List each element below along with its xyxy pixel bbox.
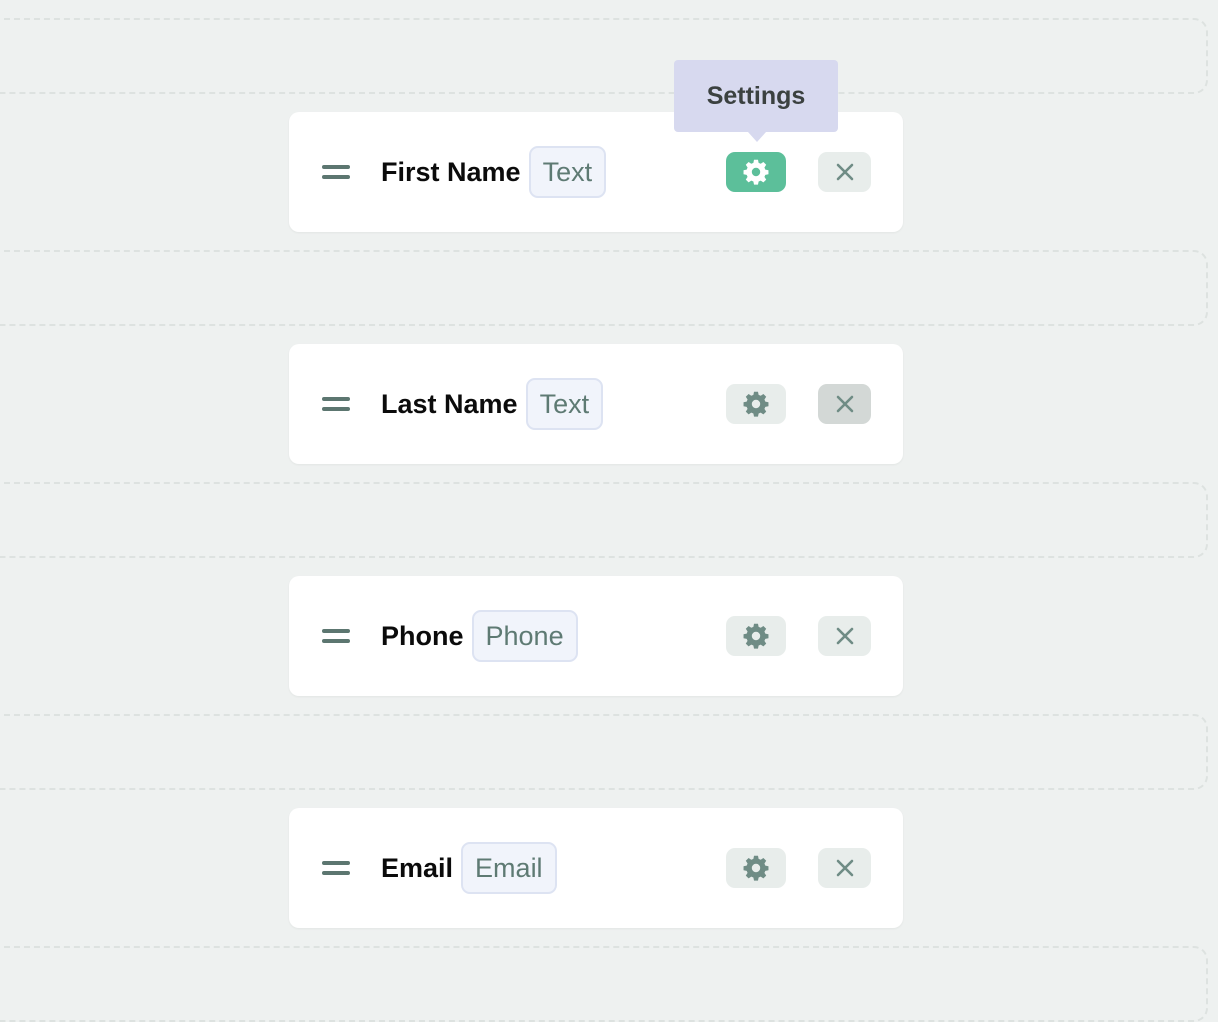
settings-button[interactable]	[726, 384, 786, 424]
field-label-group: Email Email	[381, 840, 557, 896]
remove-button[interactable]	[818, 384, 871, 424]
field-type-badge: Text	[525, 378, 604, 430]
settings-tooltip: Settings	[674, 60, 838, 142]
gear-icon	[743, 855, 769, 881]
field-label-group: First Name Text	[381, 144, 607, 200]
settings-button[interactable]	[726, 152, 786, 192]
remove-button[interactable]	[818, 616, 871, 656]
drag-handle-icon[interactable]	[322, 629, 350, 643]
drag-handle-icon[interactable]	[322, 397, 350, 411]
gear-icon	[743, 623, 769, 649]
drag-handle-icon[interactable]	[322, 861, 350, 875]
gear-icon	[743, 391, 769, 417]
field-card-last-name: Last Name Text	[289, 344, 903, 464]
drop-zone[interactable]	[0, 18, 1208, 94]
field-type-badge: Text	[528, 146, 607, 198]
field-card-phone: Phone Phone	[289, 576, 903, 696]
gear-icon	[743, 159, 769, 185]
remove-button[interactable]	[818, 152, 871, 192]
drop-zone[interactable]	[0, 482, 1208, 558]
close-icon	[836, 395, 853, 413]
settings-button[interactable]	[726, 848, 786, 888]
field-label: First Name	[381, 156, 521, 187]
field-label: Last Name	[381, 388, 518, 419]
field-label: Email	[381, 852, 454, 883]
close-icon	[836, 859, 853, 877]
drag-handle-icon[interactable]	[322, 165, 350, 179]
remove-button[interactable]	[818, 848, 871, 888]
settings-button[interactable]	[726, 616, 786, 656]
drop-zone[interactable]	[0, 946, 1208, 1022]
close-icon	[836, 163, 853, 181]
drop-zone[interactable]	[0, 250, 1208, 326]
drop-zone[interactable]	[0, 714, 1208, 790]
field-label-group: Last Name Text	[381, 376, 604, 432]
close-icon	[836, 627, 853, 645]
field-label-group: Phone Phone	[381, 608, 578, 664]
field-card-email: Email Email	[289, 808, 903, 928]
field-label: Phone	[381, 620, 464, 651]
field-type-badge: Email	[461, 842, 557, 894]
field-type-badge: Phone	[471, 610, 578, 662]
